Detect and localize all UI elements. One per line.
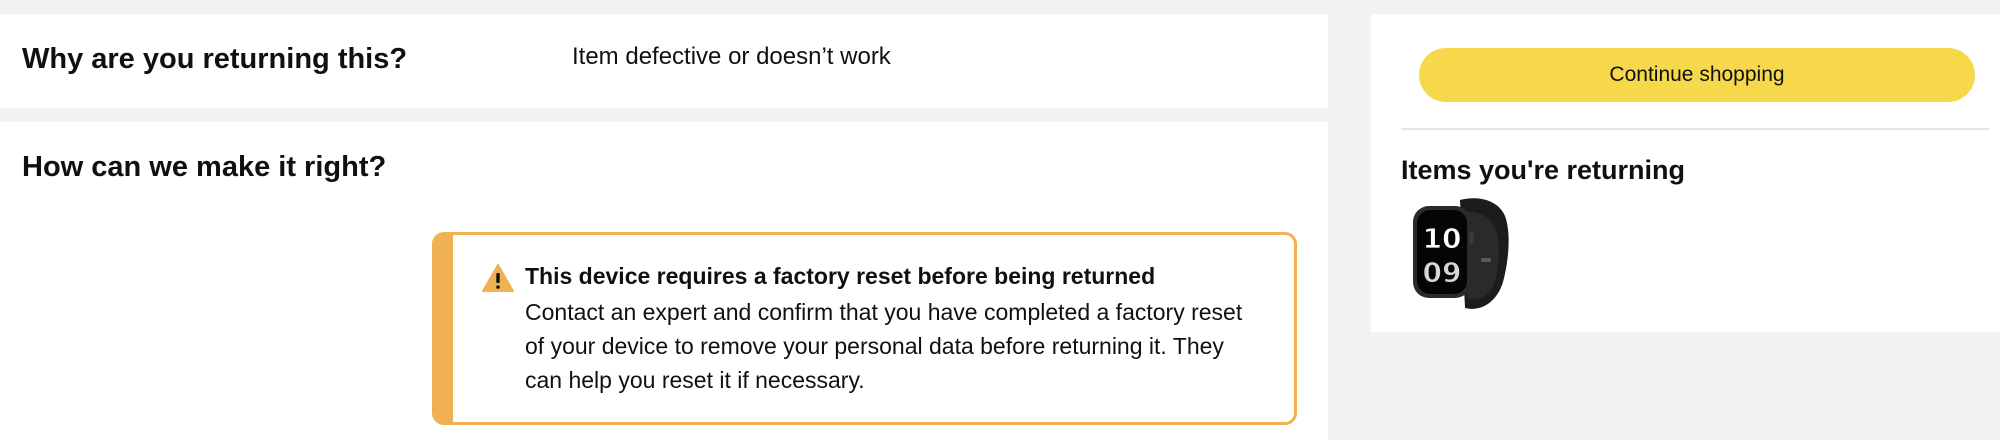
svg-text:09: 09 xyxy=(1423,256,1462,289)
warning-icon xyxy=(481,263,515,293)
return-summary-sidebar: Continue shopping Items you're returning… xyxy=(1371,14,2000,332)
return-reason-heading: Why are you returning this? xyxy=(22,43,408,75)
alert-accent-bar xyxy=(435,235,453,422)
alert-body: Contact an expert and confirm that you h… xyxy=(525,299,1243,393)
return-reason-card: Why are you returning this? Item defecti… xyxy=(0,14,1328,108)
returned-item-thumbnail[interactable]: 10 09 xyxy=(1405,188,1515,318)
resolution-heading: How can we make it right? xyxy=(22,151,387,183)
return-reason-value: Item defective or doesn’t work xyxy=(572,43,891,70)
items-returning-heading: Items you're returning xyxy=(1401,155,1685,185)
alert-title: This device requires a factory reset bef… xyxy=(525,263,1156,289)
sidebar-divider xyxy=(1401,128,1989,130)
svg-text:10: 10 xyxy=(1423,222,1462,255)
continue-shopping-button[interactable]: Continue shopping xyxy=(1419,48,1975,102)
smartwatch-icon: 10 09 xyxy=(1413,198,1509,309)
return-page: Why are you returning this? Item defecti… xyxy=(0,0,2000,440)
resolution-card: How can we make it right? This device re… xyxy=(0,122,1328,440)
factory-reset-alert: This device requires a factory reset bef… xyxy=(432,232,1297,425)
